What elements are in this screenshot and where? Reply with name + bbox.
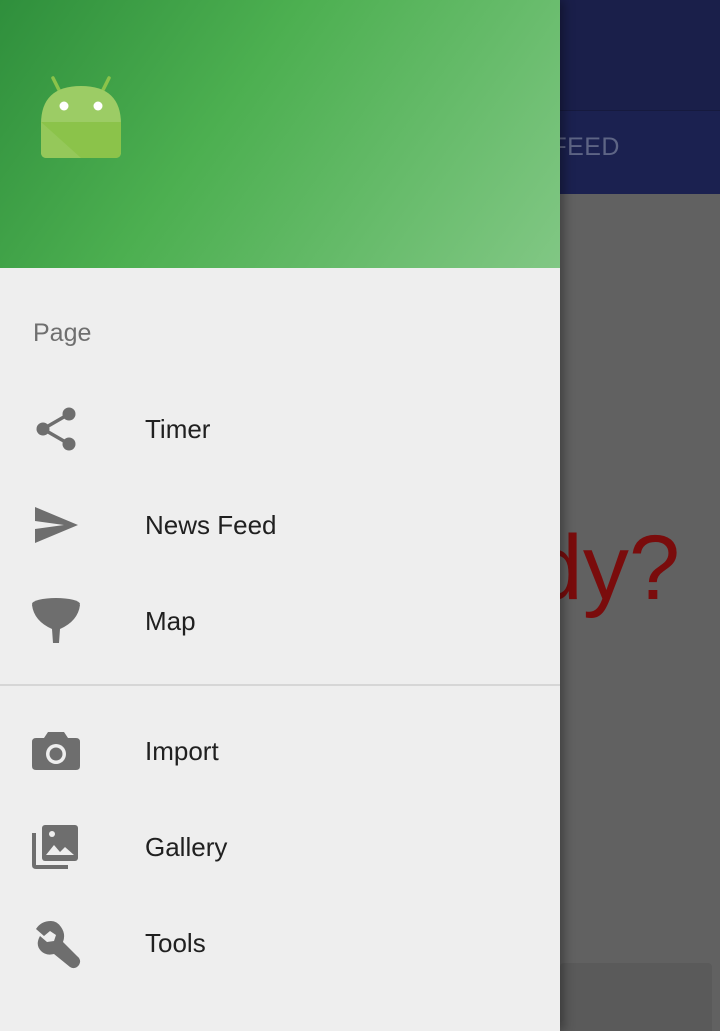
nav-item-map[interactable]: Map — [0, 573, 560, 669]
nav-item-import[interactable]: Import — [0, 703, 560, 799]
nav-item-news-feed[interactable]: News Feed — [0, 477, 560, 573]
map-icon — [28, 595, 84, 647]
drawer-header — [0, 0, 560, 268]
nav-label: Map — [145, 606, 196, 636]
nav-label: News Feed — [145, 510, 277, 540]
send-icon — [28, 499, 84, 551]
gallery-icon — [28, 821, 84, 873]
divider — [0, 684, 560, 686]
wrench-icon — [28, 917, 84, 969]
nav-label: Import — [145, 736, 219, 766]
section-title-page: Page — [33, 319, 92, 347]
android-logo-icon — [36, 74, 126, 164]
share-icon — [28, 403, 84, 455]
camera-icon — [28, 725, 84, 777]
screen: FEED dy? Page Timer News Feed Map Import… — [0, 0, 720, 1031]
nav-item-tools[interactable]: Tools — [0, 895, 560, 991]
nav-label: Timer — [145, 414, 211, 444]
nav-item-gallery[interactable]: Gallery — [0, 799, 560, 895]
app-bottom-card — [560, 963, 712, 1031]
nav-label: Gallery — [145, 832, 228, 862]
nav-item-timer[interactable]: Timer — [0, 381, 560, 477]
nav-label: Tools — [145, 928, 206, 958]
navigation-drawer: Page Timer News Feed Map Import Gallery … — [0, 0, 560, 1031]
